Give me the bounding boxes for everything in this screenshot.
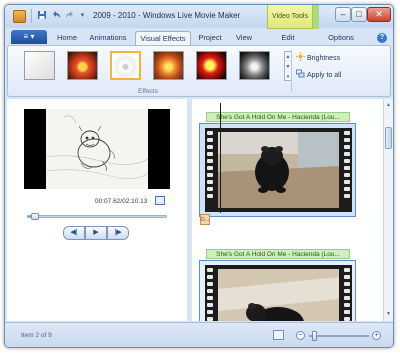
transition-indicator[interactable]: D... xyxy=(200,214,210,225)
tab-view[interactable]: View xyxy=(231,31,257,45)
ribbon-effects-panel: ▲ ▼ ▾ Brightness Apply to all Effects xyxy=(7,45,391,97)
storyboard-scrollbar[interactable]: ▲ ▼ xyxy=(383,99,393,321)
tab-edit[interactable]: Edit xyxy=(275,31,301,45)
video-preview[interactable] xyxy=(24,109,170,189)
window-title: 2009 - 2010 - Windows Live Movie Maker xyxy=(93,11,241,20)
apply-to-all-label: Apply to all xyxy=(307,72,342,79)
effect-thumbnail-warm-flower[interactable] xyxy=(153,51,184,80)
zoom-slider-thumb[interactable] xyxy=(311,331,317,341)
zoom-slider[interactable] xyxy=(309,331,369,341)
effect-thumbnail-black-white[interactable] xyxy=(239,51,270,80)
ribbon-tab-row: ≡ ▾ Home Animations Visual Effects Proje… xyxy=(5,28,393,45)
effect-thumbnail-edge-detection[interactable] xyxy=(110,51,141,80)
effect-thumbnail-none[interactable] xyxy=(24,51,55,80)
item-count-status: Item 2 of 9 xyxy=(21,332,52,339)
transport-controls: ◀| ▶ |▶ xyxy=(63,226,129,240)
close-button[interactable]: ✕ xyxy=(367,7,391,22)
seek-thumb[interactable] xyxy=(31,213,39,220)
help-icon[interactable]: ? xyxy=(377,33,387,43)
contextual-tab-accent xyxy=(313,5,319,29)
zoom-in-button[interactable]: + xyxy=(372,331,381,340)
minimize-button[interactable]: – xyxy=(335,7,351,22)
maximize-button[interactable]: □ xyxy=(351,7,367,22)
brightness-label: Brightness xyxy=(307,55,341,62)
seek-bar[interactable] xyxy=(27,213,167,220)
clip-item-selected[interactable] xyxy=(199,123,356,217)
preview-frame-edge-effect xyxy=(46,109,148,189)
tab-visual-effects[interactable]: Visual Effects xyxy=(135,31,191,45)
effect-thumbnail-red-yellow-flower[interactable] xyxy=(196,51,227,80)
brightness-icon xyxy=(296,52,305,61)
tab-home[interactable]: Home xyxy=(53,31,81,45)
scroll-thumb[interactable] xyxy=(385,127,392,149)
playback-time: 00:07.62/02:10.13 xyxy=(95,198,148,205)
zoom-out-button[interactable]: − xyxy=(296,331,305,340)
clip-item[interactable] xyxy=(199,260,356,321)
clip-thumbnail xyxy=(218,269,339,321)
clip-thumbnail xyxy=(218,132,339,208)
quick-access-separator xyxy=(31,9,32,23)
save-icon[interactable] xyxy=(36,10,47,21)
previous-frame-button[interactable]: ◀| xyxy=(63,226,85,240)
play-button[interactable]: ▶ xyxy=(85,226,107,240)
effects-group-label: Effects xyxy=(138,88,158,95)
file-menu-button[interactable]: ≡ ▾ xyxy=(11,30,47,44)
playhead-indicator[interactable] xyxy=(220,103,221,213)
ribbon-group-separator xyxy=(291,50,292,92)
scroll-down-icon[interactable]: ▼ xyxy=(384,310,393,319)
storyboard-view-icon[interactable] xyxy=(273,330,284,340)
clip-title-label: She's Got A Hold On Me - Hacienda (Lou..… xyxy=(206,112,350,122)
next-frame-button[interactable]: |▶ xyxy=(107,226,129,240)
preview-pane: 00:07.62/02:10.13 ◀| ▶ |▶ xyxy=(7,99,187,321)
title-bar: ▾ 2009 - 2010 - Windows Live Movie Maker… xyxy=(5,5,393,29)
clip-title-label: She's Got A Hold On Me - Hacienda (Lou..… xyxy=(206,249,350,259)
tab-options[interactable]: Options xyxy=(323,31,359,45)
redo-icon[interactable] xyxy=(64,10,75,21)
effect-thumbnail-orange-flower[interactable] xyxy=(67,51,98,80)
customize-dropdown-icon[interactable]: ▾ xyxy=(77,10,88,21)
tab-project[interactable]: Project xyxy=(195,31,225,45)
scroll-up-icon[interactable]: ▲ xyxy=(384,101,393,110)
movie-maker-app-icon[interactable] xyxy=(13,10,26,23)
brightness-button[interactable]: Brightness xyxy=(296,52,340,64)
tab-animations[interactable]: Animations xyxy=(85,31,131,45)
fullscreen-preview-icon[interactable] xyxy=(155,196,165,205)
movie-maker-window: ▾ 2009 - 2010 - Windows Live Movie Maker… xyxy=(4,4,394,348)
apply-to-all-icon xyxy=(296,69,305,78)
undo-icon[interactable] xyxy=(50,10,61,21)
clip-filmstrip xyxy=(205,265,352,321)
apply-to-all-button[interactable]: Apply to all xyxy=(296,69,341,81)
clip-filmstrip xyxy=(205,128,352,212)
video-tools-contextual-tab: Video Tools xyxy=(267,5,313,29)
status-bar: Item 2 of 9 − + xyxy=(5,322,393,347)
